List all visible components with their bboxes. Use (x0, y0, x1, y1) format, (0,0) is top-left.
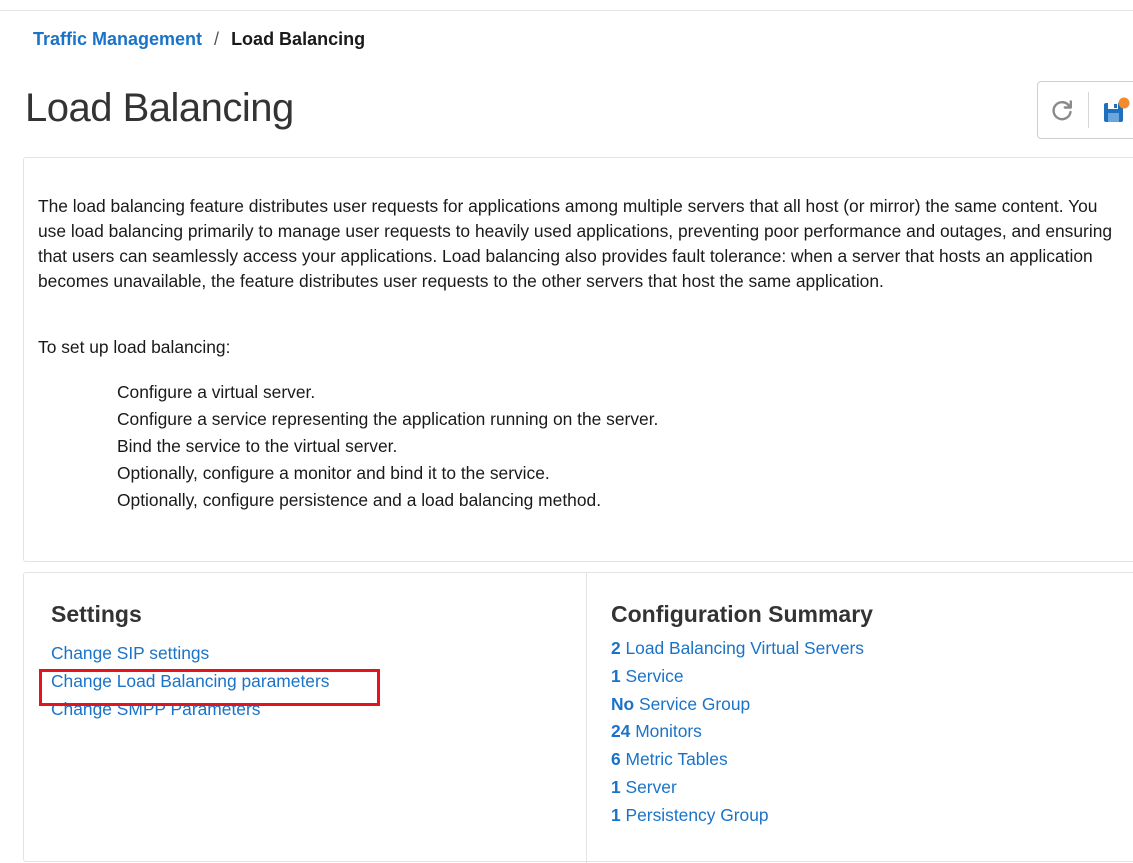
settings-links: Change SIP settings Change Load Balancin… (51, 640, 329, 723)
summary-label[interactable]: Server (626, 777, 677, 797)
change-smpp-parameters-link[interactable]: Change SMPP Parameters (51, 699, 260, 719)
save-config-icon (1104, 97, 1130, 122)
summary-label[interactable]: Service Group (639, 694, 750, 714)
toolbar-divider (1088, 92, 1089, 128)
refresh-button[interactable] (1040, 82, 1084, 138)
breadcrumb-traffic-management[interactable]: Traffic Management (33, 29, 202, 49)
summary-label[interactable]: Persistency Group (626, 805, 769, 825)
summary-item-lb-virtual-servers[interactable]: 2 Load Balancing Virtual Servers (611, 635, 864, 663)
summary-count[interactable]: 6 (611, 749, 621, 769)
configuration-summary-title: Configuration Summary (611, 601, 873, 627)
setup-step: Optionally, configure persistence and a … (117, 490, 602, 510)
save-config-button[interactable] (1094, 82, 1133, 138)
intro-panel: The load balancing feature distributes u… (23, 157, 1133, 562)
summary-label[interactable]: Load Balancing Virtual Servers (626, 638, 864, 658)
setup-steps-heading: To set up load balancing: (38, 337, 231, 357)
summary-count[interactable]: 2 (611, 638, 621, 658)
configuration-summary-list: 2 Load Balancing Virtual Servers 1 Servi… (611, 635, 864, 830)
setup-step: Bind the service to the virtual server. (117, 436, 398, 456)
summary-item-monitors[interactable]: 24 Monitors (611, 718, 864, 746)
summary-label[interactable]: Metric Tables (626, 749, 728, 769)
change-load-balancing-parameters-link[interactable]: Change Load Balancing parameters (51, 671, 329, 691)
breadcrumb-separator: / (214, 29, 220, 49)
summary-count[interactable]: 1 (611, 666, 621, 686)
summary-count[interactable]: 1 (611, 777, 621, 797)
settings-summary-panel: Settings Change SIP settings Change Load… (23, 572, 1133, 863)
column-divider (586, 573, 587, 863)
summary-count[interactable]: No (611, 694, 634, 714)
setup-steps-list: Configure a virtual server. Configure a … (117, 379, 658, 514)
summary-label[interactable]: Service (626, 666, 684, 686)
setup-step: Configure a virtual server. (117, 382, 316, 402)
summary-item-service-group[interactable]: No Service Group (611, 691, 864, 719)
summary-item-metric-tables[interactable]: 6 Metric Tables (611, 746, 864, 774)
settings-title: Settings (51, 601, 142, 627)
page-title: Load Balancing (25, 86, 294, 130)
summary-count[interactable]: 24 (611, 721, 630, 741)
summary-count[interactable]: 1 (611, 805, 621, 825)
breadcrumb: Traffic Management / Load Balancing (33, 28, 365, 50)
page-toolbar (1037, 81, 1133, 139)
change-sip-settings-link[interactable]: Change SIP settings (51, 643, 209, 663)
breadcrumb-current: Load Balancing (231, 29, 366, 49)
summary-item-service[interactable]: 1 Service (611, 663, 864, 691)
intro-description: The load balancing feature distributes u… (38, 196, 1113, 291)
setup-step: Configure a service representing the app… (117, 409, 659, 429)
setup-step: Optionally, configure a monitor and bind… (117, 463, 550, 483)
summary-item-server[interactable]: 1 Server (611, 774, 864, 802)
refresh-icon (1052, 100, 1072, 121)
top-divider (0, 10, 1133, 11)
summary-label[interactable]: Monitors (635, 721, 702, 741)
summary-item-persistency-group[interactable]: 1 Persistency Group (611, 802, 864, 830)
